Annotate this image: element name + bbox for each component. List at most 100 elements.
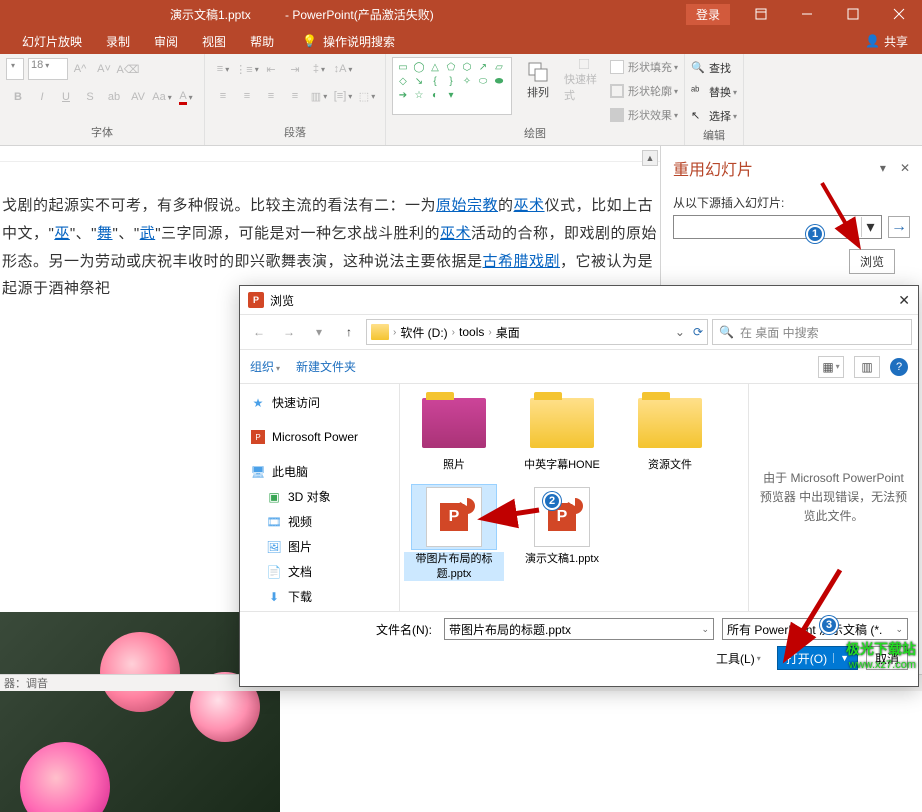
slide-text-content[interactable]: 戈剧的起源实不可考，有多种假说。比较主流的看法有二：一为原始宗教的巫术仪式，比如…	[0, 162, 660, 303]
help-icon[interactable]: ?	[890, 358, 908, 376]
tell-me-search[interactable]: 💡 操作说明搜索	[302, 33, 395, 50]
organize-button[interactable]: 组织	[250, 358, 280, 375]
quick-styles-button[interactable]: 快速样式	[564, 57, 604, 103]
shape-fill-button[interactable]: 形状填充	[610, 57, 678, 77]
nav-up-icon[interactable]: ↑	[336, 319, 362, 345]
crumb-tools[interactable]: tools	[459, 325, 484, 339]
italic-icon[interactable]: I	[30, 85, 54, 109]
nav-downloads[interactable]: ⬇下载	[244, 584, 395, 609]
source-dropdown-icon[interactable]: ▾	[861, 217, 879, 237]
tools-dropdown[interactable]: 工具(L)	[708, 646, 769, 670]
numbering-icon[interactable]: ⋮≡	[235, 57, 259, 81]
link-7[interactable]: 古希腊戏剧	[483, 253, 561, 270]
folder-subtitle[interactable]: 中英字幕HONE	[512, 390, 612, 472]
preview-toggle-button[interactable]: ▥	[854, 356, 880, 378]
shape-effects-button[interactable]: 形状效果	[610, 105, 678, 125]
underline-icon[interactable]: U	[54, 85, 78, 109]
close-icon[interactable]	[876, 0, 922, 28]
nav-forward-icon[interactable]: →	[276, 319, 302, 345]
browse-button[interactable]: 浏览	[849, 249, 895, 274]
replace-button[interactable]: ᵃᵇ替换	[691, 81, 737, 103]
nav-3d-objects[interactable]: ▣3D 对象	[244, 484, 395, 509]
go-button[interactable]: →	[888, 216, 910, 238]
file-type-dropdown[interactable]: 所有 PowerPoint 演示文稿 (*.⌄	[722, 618, 908, 640]
smartart-icon[interactable]: ⬚	[355, 84, 379, 108]
clear-format-icon[interactable]: A⌫	[116, 57, 140, 81]
pane-menu-icon[interactable]: ▾	[880, 161, 886, 175]
shapes-gallery[interactable]: ▭◯△⬠⬡↗ ▱◇↘{}✧ ⬭⬬➔☆◐▾	[392, 57, 512, 115]
nav-documents[interactable]: 📄文档	[244, 559, 395, 584]
columns-icon[interactable]: ▥	[307, 84, 331, 108]
source-input[interactable]: ▾	[673, 215, 882, 239]
link-2[interactable]: 巫术	[514, 197, 545, 214]
bullets-icon[interactable]: ≡	[211, 57, 235, 81]
file-ppt-presentation1[interactable]: P 演示文稿1.pptx	[512, 484, 612, 581]
line-spacing-icon[interactable]: ‡	[307, 57, 331, 81]
link-4[interactable]: 舞	[97, 225, 113, 242]
share-button[interactable]: 👤 共享	[865, 33, 908, 50]
bold-icon[interactable]: B	[6, 85, 30, 109]
open-split-icon[interactable]: ▼	[833, 653, 849, 663]
minimize-icon[interactable]	[784, 0, 830, 28]
folder-resources[interactable]: 资源文件	[620, 390, 720, 472]
decrease-font-icon[interactable]: A˅	[92, 57, 116, 81]
breadcrumb[interactable]: › 软件 (D:) › tools › 桌面 ⌄ ⟳	[366, 319, 708, 345]
increase-font-icon[interactable]: A^	[68, 57, 92, 81]
align-center-icon[interactable]: ≡	[235, 84, 259, 108]
login-button[interactable]: 登录	[686, 4, 730, 25]
link-5[interactable]: 武	[140, 225, 156, 242]
outdent-icon[interactable]: ⇤	[259, 57, 283, 81]
file-ppt-layout[interactable]: P 带图片布局的标题.pptx	[404, 484, 504, 581]
nav-recent-icon[interactable]: ▾	[306, 319, 332, 345]
dialog-search-input[interactable]: 🔍 在 桌面 中搜索	[712, 319, 912, 345]
maximize-icon[interactable]	[830, 0, 876, 28]
font-color-icon[interactable]: A	[174, 85, 198, 109]
justify-icon[interactable]: ≡	[283, 84, 307, 108]
dialog-close-icon[interactable]: ✕	[898, 292, 910, 309]
link-1[interactable]: 原始宗教	[436, 197, 498, 214]
scroll-up-button[interactable]: ▲	[642, 150, 658, 166]
ribbon-options-icon[interactable]	[738, 0, 784, 28]
tab-record[interactable]: 录制	[94, 28, 142, 54]
char-spacing-icon[interactable]: AV	[126, 85, 150, 109]
folder-photo[interactable]: 照片	[404, 390, 504, 472]
tab-review[interactable]: 审阅	[142, 28, 190, 54]
nav-back-icon[interactable]: ←	[246, 319, 272, 345]
find-button[interactable]: 🔍查找	[691, 57, 731, 79]
tab-slideshow[interactable]: 幻灯片放映	[10, 28, 94, 54]
font-size-dropdown[interactable]: 18	[28, 58, 68, 80]
select-button[interactable]: ↖选择	[691, 105, 737, 127]
nav-videos[interactable]: 🎞视频	[244, 509, 395, 534]
case-icon[interactable]: Aa	[150, 85, 174, 109]
file-list[interactable]: 照片 中英字幕HONE 资源文件 P 带图片布局的标题.pptx P 演示文稿1…	[400, 384, 748, 611]
link-3[interactable]: 巫	[54, 225, 70, 242]
filename-input[interactable]: 带图片布局的标题.pptx⌄	[444, 618, 714, 640]
shape-outline-button[interactable]: 形状轮廓	[610, 81, 678, 101]
nav-quick-access[interactable]: ★快速访问	[244, 390, 395, 415]
crumb-refresh-icon[interactable]: ⟳	[693, 325, 703, 339]
arrange-button[interactable]: 排列	[518, 57, 558, 103]
new-folder-button[interactable]: 新建文件夹	[296, 358, 356, 375]
font-family-dropdown[interactable]	[6, 58, 24, 80]
indent-icon[interactable]: ⇥	[283, 57, 307, 81]
nav-pictures[interactable]: 🖼图片	[244, 534, 395, 559]
strike-icon[interactable]: S	[78, 85, 102, 109]
pane-close-icon[interactable]: ✕	[900, 161, 910, 175]
nav-ms-powerpoint[interactable]: PMicrosoft Power	[244, 425, 395, 449]
nav-this-pc[interactable]: 🖥此电脑	[244, 459, 395, 484]
align-text-icon[interactable]: [≡]	[331, 84, 355, 108]
tab-view[interactable]: 视图	[190, 28, 238, 54]
align-left-icon[interactable]: ≡	[211, 84, 235, 108]
align-right-icon[interactable]: ≡	[259, 84, 283, 108]
open-button[interactable]: 打开(O)▼	[777, 646, 858, 670]
tab-help[interactable]: 帮助	[238, 28, 286, 54]
crumb-dropdown-icon[interactable]: ⌄	[675, 325, 685, 339]
link-6[interactable]: 巫术	[440, 225, 471, 242]
crumb-drive[interactable]: 软件 (D:)	[400, 324, 447, 341]
crumb-desktop[interactable]: 桌面	[496, 324, 520, 341]
cancel-button[interactable]: 取消	[866, 646, 908, 670]
slide-image[interactable]	[0, 612, 280, 812]
view-mode-button[interactable]: ▦	[818, 356, 844, 378]
shadow-icon[interactable]: ab	[102, 85, 126, 109]
text-direction-icon[interactable]: ↕A	[331, 57, 355, 81]
